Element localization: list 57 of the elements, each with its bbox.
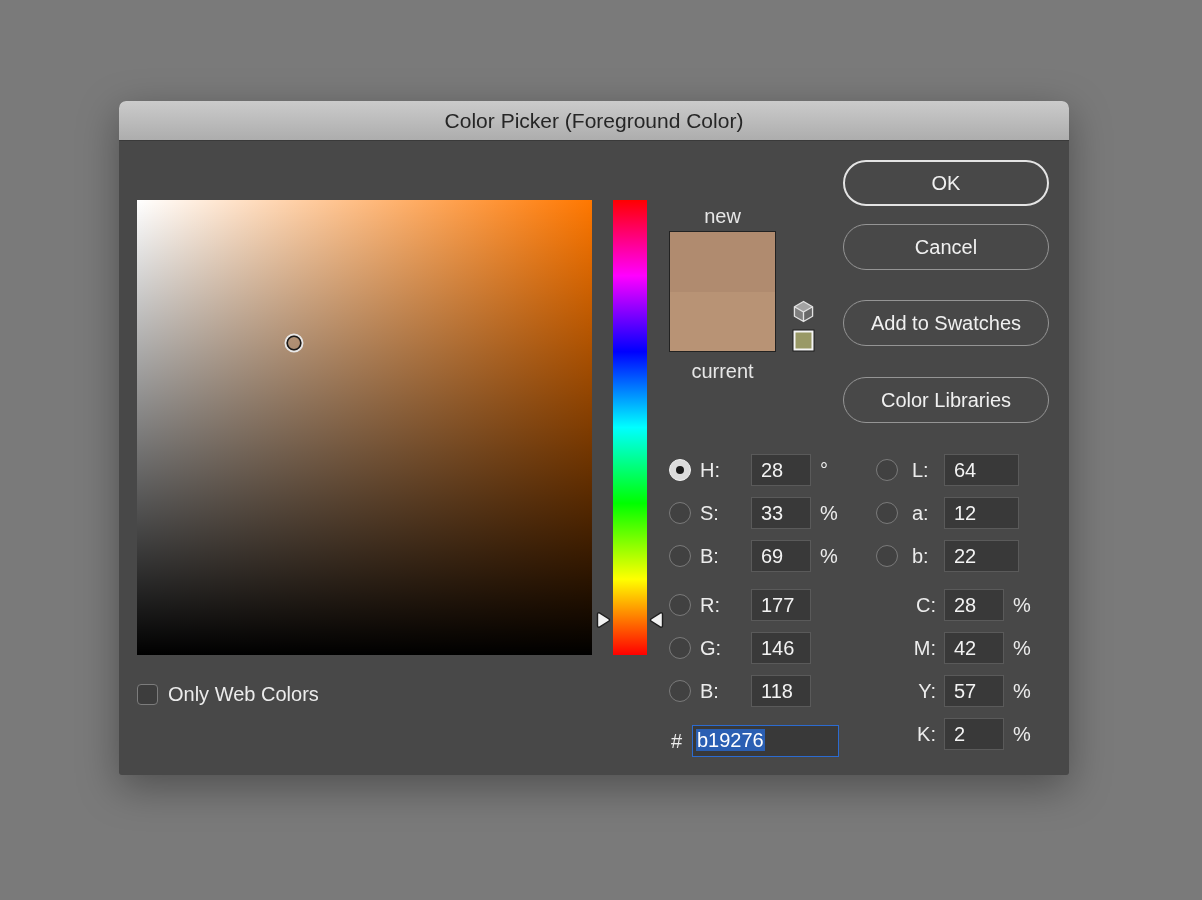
value-field[interactable]: 177	[751, 589, 811, 621]
field-label: L:	[911, 458, 930, 482]
unit-label: %	[819, 501, 838, 525]
value-field[interactable]: 33	[751, 497, 811, 529]
radio-button[interactable]	[669, 545, 691, 567]
hex-field[interactable]: b19276	[692, 725, 839, 757]
radio-button[interactable]	[669, 637, 691, 659]
value-field[interactable]: 28	[944, 589, 1004, 621]
value-field[interactable]: 118	[751, 675, 811, 707]
unit-label: %	[1012, 679, 1031, 703]
field-label: C:	[916, 593, 936, 617]
field-label: S:	[700, 501, 720, 525]
value-field[interactable]: 146	[751, 632, 811, 664]
value-field[interactable]: 28	[751, 454, 811, 486]
value-field[interactable]: 22	[944, 540, 1019, 572]
radio-button[interactable]	[876, 502, 898, 524]
dialog-button[interactable]: Cancel	[843, 224, 1049, 270]
color-field[interactable]	[137, 200, 592, 655]
field-label: M:	[913, 636, 936, 660]
web-swatch-icon[interactable]	[792, 329, 815, 352]
value-field[interactable]: 57	[944, 675, 1004, 707]
field-label: R:	[700, 593, 721, 617]
field-label: b:	[911, 544, 930, 568]
field-label: #	[670, 729, 684, 753]
radio-button[interactable]	[669, 502, 691, 524]
unit-label: %	[1012, 722, 1031, 746]
radio-button[interactable]	[876, 459, 898, 481]
checkbox[interactable]	[137, 684, 158, 705]
value-field[interactable]: 42	[944, 632, 1004, 664]
unit-label: %	[1012, 636, 1031, 660]
value-field[interactable]: 2	[944, 718, 1004, 750]
checkbox-label: Only Web Colors	[168, 683, 319, 706]
value-field[interactable]: 12	[944, 497, 1019, 529]
unit-label: °	[819, 458, 828, 482]
field-label: H:	[700, 458, 721, 482]
radio-button[interactable]	[669, 680, 691, 702]
field-label: Y:	[918, 679, 936, 703]
window-title: Color Picker (Foreground Color)	[444, 108, 744, 133]
dialog-button[interactable]: Add to Swatches	[843, 300, 1049, 346]
unit-label: %	[819, 544, 838, 568]
value-field[interactable]: 64	[944, 454, 1019, 486]
field-label: a:	[911, 501, 930, 525]
swatch-label: new	[704, 204, 741, 228]
dialog-button[interactable]: OK	[843, 160, 1049, 206]
cube-icon[interactable]	[793, 300, 814, 323]
field-label: B:	[700, 679, 720, 703]
radio-button[interactable]	[669, 594, 691, 616]
slider-handle[interactable]	[596, 610, 664, 629]
dialog-button[interactable]: Color Libraries	[843, 377, 1049, 423]
radio-button[interactable]	[876, 545, 898, 567]
ring-handle[interactable]	[283, 332, 304, 353]
field-label: G:	[700, 636, 723, 660]
unit-label: %	[1012, 593, 1031, 617]
field-label: K:	[917, 722, 936, 746]
value-field[interactable]: 69	[751, 540, 811, 572]
swatch-label: current	[691, 359, 754, 383]
field-label: B:	[700, 544, 720, 568]
